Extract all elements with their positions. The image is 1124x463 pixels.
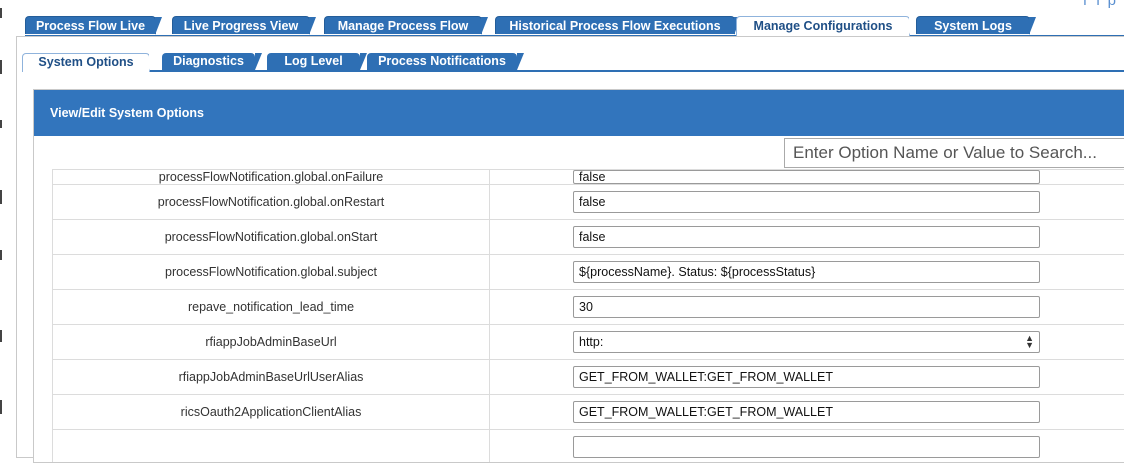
option-value-input[interactable] — [573, 170, 1040, 184]
table-row: processFlowNotification.global.onRestart — [53, 185, 1124, 220]
search-input[interactable] — [784, 138, 1124, 168]
option-name: processFlowNotification.global.onStart — [53, 220, 490, 255]
left-edge-marks — [0, 0, 3, 450]
option-name: rfiappJobAdminBaseUrl — [53, 325, 490, 360]
option-value-input[interactable] — [573, 296, 1040, 318]
table-row: rfiappJobAdminBaseUrl ▲▼ — [53, 325, 1124, 360]
table-row — [53, 430, 1124, 463]
option-value-input[interactable] — [573, 366, 1040, 388]
option-value-input[interactable] — [573, 261, 1040, 283]
tab-historical-process-flow-executions[interactable]: Historical Process Flow Executions — [495, 16, 735, 34]
tab-process-flow-live[interactable]: Process Flow Live — [25, 16, 156, 34]
corner-cutoff-text: т т р т — [1082, 0, 1124, 9]
option-name: processFlowNotification.global.onFailure — [53, 170, 490, 185]
table-row: processFlowNotification.global.onStart — [53, 220, 1124, 255]
option-name: repave_notification_lead_time — [53, 290, 490, 325]
tab-system-logs[interactable]: System Logs — [916, 16, 1030, 34]
tab-live-progress-view[interactable]: Live Progress View — [172, 16, 310, 34]
option-name: ricsOauth2ApplicationClientAlias — [53, 395, 490, 430]
option-name: processFlowNotification.global.subject — [53, 255, 490, 290]
subtab-log-level[interactable]: Log Level — [267, 53, 360, 70]
panel-title: View/Edit System Options — [34, 90, 1124, 136]
option-value-input[interactable] — [573, 401, 1040, 423]
options-table: processFlowNotification.global.onFailure… — [52, 169, 1124, 463]
subtab-process-notifications[interactable]: Process Notifications — [367, 53, 517, 70]
option-name: rfiappJobAdminBaseUrlUserAlias — [53, 360, 490, 395]
option-value-input[interactable] — [573, 226, 1040, 248]
tab-manage-process-flow[interactable]: Manage Process Flow — [324, 16, 482, 34]
options-table-wrapper: processFlowNotification.global.onFailure… — [52, 169, 1124, 463]
table-row: processFlowNotification.global.onFailure — [53, 170, 1124, 185]
system-options-panel: View/Edit System Options processFlowNoti… — [33, 89, 1124, 463]
subtab-diagnostics[interactable]: Diagnostics — [162, 53, 255, 70]
sub-tab-bar: System Options Diagnostics Log Level Pro… — [22, 53, 1124, 72]
option-name — [53, 430, 490, 463]
option-value-input[interactable] — [573, 331, 1040, 353]
table-row: processFlowNotification.global.subject — [53, 255, 1124, 290]
top-tab-bar: Process Flow Live Live Progress View Man… — [25, 16, 1124, 36]
tab-manage-configurations[interactable]: Manage Configurations — [736, 16, 910, 36]
table-row: ricsOauth2ApplicationClientAlias — [53, 395, 1124, 430]
table-row: rfiappJobAdminBaseUrlUserAlias — [53, 360, 1124, 395]
spinner-arrows-icon[interactable]: ▲▼ — [1025, 335, 1034, 349]
option-name: processFlowNotification.global.onRestart — [53, 185, 490, 220]
configuration-frame: System Options Diagnostics Log Level Pro… — [16, 36, 1124, 458]
table-row: repave_notification_lead_time — [53, 290, 1124, 325]
option-value-input[interactable] — [573, 436, 1040, 458]
option-value-input[interactable] — [573, 191, 1040, 213]
option-value-spin-wrapper: ▲▼ — [573, 331, 1040, 353]
subtab-system-options[interactable]: System Options — [22, 53, 150, 72]
